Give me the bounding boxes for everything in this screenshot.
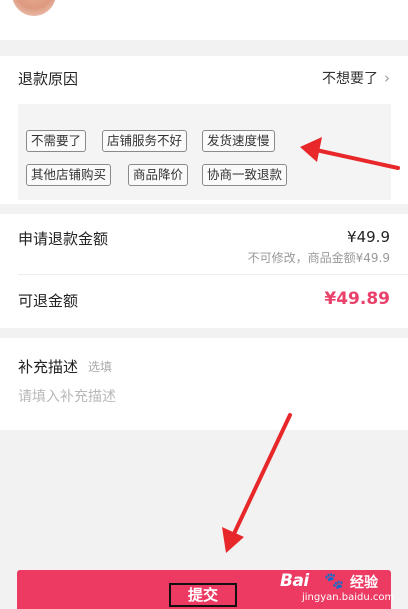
refund-reason-label: 退款原因 [18, 70, 79, 88]
watermark: Bai 🐾 经验 jingyan.baidu.com [274, 569, 402, 607]
refund-reason-selector[interactable]: 不想要了 › [322, 68, 390, 88]
refund-reason-value: 不想要了 [322, 71, 378, 87]
description-optional-hint: 选填 [88, 360, 113, 374]
watermark-url: jingyan.baidu.com [302, 592, 395, 603]
reason-tag[interactable]: 不需要了 [26, 130, 87, 152]
product-thumbnail [12, 0, 56, 16]
reason-tag[interactable]: 其他店铺购买 [26, 164, 112, 186]
watermark-brand: 经验 [350, 575, 378, 591]
description-card: 补充描述 选填 [0, 338, 408, 430]
description-input[interactable] [18, 384, 388, 410]
refund-amount-card: 申请退款金额 ¥49.9 不可修改，商品金额¥49.9 可退金额 ¥49.89 [0, 214, 408, 328]
chevron-right-icon: › [384, 69, 390, 87]
reason-tag[interactable]: 协商一致退款 [202, 164, 288, 186]
apply-amount-value: ¥49.9 [347, 228, 390, 246]
paw-icon: 🐾 [324, 571, 344, 590]
apply-amount-note: 不可修改，商品金额¥49.9 [247, 251, 390, 265]
refundable-amount-label: 可退金额 [18, 292, 79, 310]
reason-tag[interactable]: 商品降价 [128, 164, 189, 186]
description-title: 补充描述 [18, 358, 79, 376]
watermark-logo: Bai [280, 571, 309, 591]
refundable-amount-value: ¥49.89 [324, 289, 390, 309]
divider [18, 274, 408, 275]
apply-amount-label: 申请退款金额 [18, 230, 109, 248]
red-arrow-icon [222, 413, 292, 553]
refund-reason-card: 退款原因 不想要了 › 不需要了 店铺服务不好 发货速度慢 其他店铺购买 商品降… [0, 56, 408, 204]
reason-tag[interactable]: 发货速度慢 [202, 130, 275, 152]
reason-tags: 不需要了 店铺服务不好 发货速度慢 其他店铺购买 商品降价 协商一致退款 [18, 104, 391, 200]
product-card [0, 0, 408, 40]
reason-tag[interactable]: 店铺服务不好 [102, 130, 188, 152]
submit-button-label: 提交 [169, 583, 237, 607]
